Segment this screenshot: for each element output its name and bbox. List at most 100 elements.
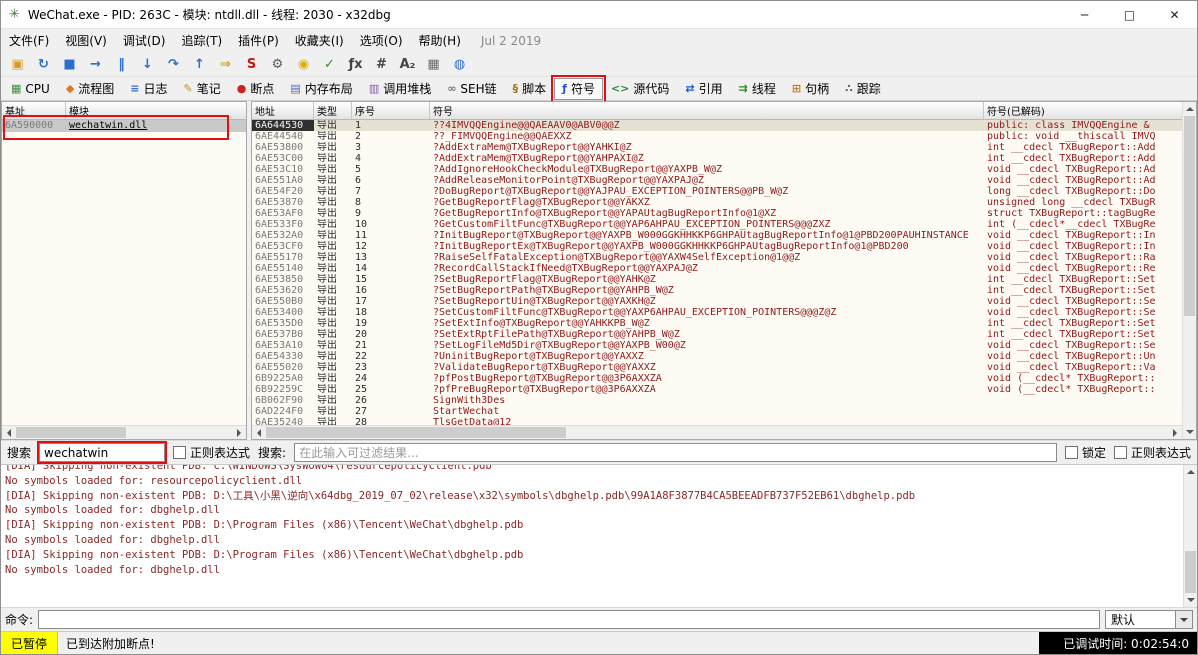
- symbol-row[interactable]: 6AE35240 导出 28 TlsGetData@12: [252, 417, 1182, 425]
- symbol-row[interactable]: 6AE537B0 导出 20 ?SetExtRptFilePath@TXBugR…: [252, 329, 1182, 340]
- symbol-row[interactable]: 6B9225A0 导出 24 ?pfPostBugReport@TXBugRep…: [252, 373, 1182, 384]
- ordinal-header[interactable]: 序号: [352, 102, 430, 119]
- execute-till-return-icon[interactable]: ↑: [187, 53, 212, 75]
- settings-icon[interactable]: ⚙: [265, 53, 290, 75]
- scrollbar-thumb[interactable]: [266, 427, 566, 438]
- symbol-row[interactable]: 6AE54330 导出 22 ?UninitBugReport@TXBugRep…: [252, 351, 1182, 362]
- assemble-icon[interactable]: ƒx: [343, 53, 368, 75]
- symbols-horizontal-scrollbar[interactable]: [252, 425, 1182, 439]
- run-icon[interactable]: →: [83, 53, 108, 75]
- symbol-row[interactable]: 6AE53CF0 导出 12 ?InitBugReportEx@TXBugRep…: [252, 241, 1182, 252]
- view-tab[interactable]: ≡ 日志: [122, 78, 175, 100]
- scroll-left-icon[interactable]: [252, 426, 266, 439]
- view-tab[interactable]: § 脚本: [505, 78, 555, 100]
- view-tab[interactable]: ⇄ 引用: [677, 78, 730, 100]
- log-vertical-scrollbar[interactable]: [1183, 465, 1197, 607]
- scrollbar-thumb[interactable]: [1185, 551, 1196, 593]
- menu-item[interactable]: 收藏夹(I): [287, 29, 352, 52]
- scroll-left-icon[interactable]: [2, 426, 16, 439]
- scroll-right-icon[interactable]: [232, 426, 246, 439]
- patches-icon[interactable]: #: [369, 53, 394, 75]
- symbol-row[interactable]: 6AE535D0 导出 19 ?SetExtInfo@TXBugReport@@…: [252, 318, 1182, 329]
- string-search-icon[interactable]: A₂: [395, 53, 420, 75]
- menu-item[interactable]: 文件(F): [1, 29, 57, 52]
- menu-item[interactable]: 帮助(H): [411, 29, 469, 52]
- module-name-header[interactable]: 模块: [66, 102, 246, 119]
- symbol-row[interactable]: 6AE55170 导出 13 ?RaiseSelfFatalException@…: [252, 252, 1182, 263]
- scrollbar-track[interactable]: [16, 426, 232, 439]
- open-file-icon[interactable]: ▣: [5, 53, 30, 75]
- symbol-row[interactable]: 6AE551A0 导出 6 ?AddReleaseMonitorPoint@TX…: [252, 175, 1182, 186]
- modules-horizontal-scrollbar[interactable]: [2, 425, 246, 439]
- scroll-up-icon[interactable]: [1183, 102, 1196, 116]
- symbol-row[interactable]: 6AE54F20 导出 7 ?DoBugReport@TXBugReport@@…: [252, 186, 1182, 197]
- view-tab[interactable]: ▥ 调用堆栈: [361, 78, 439, 100]
- symbols-vertical-scrollbar[interactable]: [1182, 102, 1196, 439]
- decorated-symbol-header[interactable]: 符号(已解码): [984, 102, 1182, 119]
- profile-combo[interactable]: 默认: [1105, 610, 1193, 629]
- symbol-filter-input[interactable]: [294, 443, 1057, 462]
- step-into-icon[interactable]: ↓: [135, 53, 160, 75]
- symbol-row[interactable]: 6A644530 导出 1 ??4IMVQQEngine@@QAEAAV0@AB…: [252, 120, 1182, 131]
- symbol-row[interactable]: 6AE53C00 导出 4 ?AddExtraMem@TXBugReport@@…: [252, 153, 1182, 164]
- maximize-button[interactable]: □: [1107, 1, 1152, 28]
- highlight-mode-icon[interactable]: ◉: [291, 53, 316, 75]
- symbol-row[interactable]: 6B062F90 导出 26 SignWith3Des: [252, 395, 1182, 406]
- lock-checkbox[interactable]: [1065, 446, 1078, 459]
- symbol-row[interactable]: 6AE532A0 导出 11 ?InitBugReport@TXBugRepor…: [252, 230, 1182, 241]
- symbol-row[interactable]: 6AE533F0 导出 10 ?GetCustomFiltFunc@TXBugR…: [252, 219, 1182, 230]
- address-header[interactable]: 地址: [252, 102, 314, 119]
- scroll-down-icon[interactable]: [1184, 593, 1197, 607]
- topmost-icon[interactable]: ✓: [317, 53, 342, 75]
- run-to-user-code-icon[interactable]: ⇒: [213, 53, 238, 75]
- symbol-header[interactable]: 符号: [430, 102, 984, 119]
- view-tab[interactable]: ∴ 跟踪: [837, 78, 889, 100]
- menu-item[interactable]: 选项(O): [352, 29, 411, 52]
- symbol-row[interactable]: 6AE53870 导出 8 ?GetBugReportFlag@TXBugRep…: [252, 197, 1182, 208]
- symbol-row[interactable]: 6AE53C10 导出 5 ?AddIgnoreHookCheckModule@…: [252, 164, 1182, 175]
- symbol-row[interactable]: 6AE53800 导出 3 ?AddExtraMem@TXBugReport@@…: [252, 142, 1182, 153]
- pause-icon[interactable]: ‖: [109, 53, 134, 75]
- view-tab[interactable]: ▤ 内存布局: [282, 78, 360, 100]
- menu-item[interactable]: 视图(V): [57, 29, 115, 52]
- view-tab[interactable]: ✎ 笔记: [176, 78, 229, 100]
- view-tab[interactable]: ƒ 符号: [554, 78, 603, 100]
- menu-item[interactable]: 插件(P): [230, 29, 287, 52]
- view-tab[interactable]: <> 源代码: [603, 78, 677, 100]
- type-header[interactable]: 类型: [314, 102, 352, 119]
- scrollbar-thumb[interactable]: [16, 427, 126, 438]
- module-row[interactable]: 6A590000 wechatwin.dll: [2, 120, 246, 132]
- symbol-row[interactable]: 6AD224F0 导出 27 StartWechat: [252, 406, 1182, 417]
- stop-icon[interactable]: ■: [57, 53, 82, 75]
- scroll-up-icon[interactable]: [1184, 465, 1197, 479]
- view-tab[interactable]: ◆ 流程图: [58, 78, 122, 100]
- close-button[interactable]: ✕: [1152, 1, 1197, 28]
- calculator-icon[interactable]: ▦: [421, 53, 446, 75]
- module-search-input[interactable]: [39, 443, 165, 462]
- symbol-row[interactable]: 6AE53400 导出 18 ?SetCustomFiltFunc@TXBugR…: [252, 307, 1182, 318]
- scroll-down-icon[interactable]: [1183, 425, 1196, 439]
- command-input[interactable]: [38, 610, 1100, 629]
- symbol-row[interactable]: 6AE53AF0 导出 9 ?GetBugReportInfo@TXBugRep…: [252, 208, 1182, 219]
- scrollbar-track[interactable]: [1183, 116, 1196, 425]
- scrollbar-thumb[interactable]: [1184, 116, 1195, 316]
- symbol-row[interactable]: 6AE550B0 导出 17 ?SetBugReportUin@TXBugRep…: [252, 296, 1182, 307]
- symbol-regex-checkbox[interactable]: [1114, 446, 1127, 459]
- minimize-button[interactable]: ─: [1062, 1, 1107, 28]
- step-over-icon[interactable]: ↷: [161, 53, 186, 75]
- symbol-row[interactable]: 6AE53850 导出 15 ?SetBugReportFlag@TXBugRe…: [252, 274, 1182, 285]
- symbol-row[interactable]: 6AE44540 导出 2 ??_FIMVQQEngine@@QAEXXZ pu…: [252, 131, 1182, 142]
- symbol-row[interactable]: 6AE53620 导出 16 ?SetBugReportPath@TXBugRe…: [252, 285, 1182, 296]
- symbol-row[interactable]: 6B92259C 导出 25 ?pfPreBugReport@TXBugRepo…: [252, 384, 1182, 395]
- module-regex-checkbox[interactable]: [173, 446, 186, 459]
- symbols-download-icon[interactable]: ◍: [447, 53, 472, 75]
- scrollbar-track[interactable]: [266, 426, 1168, 439]
- scylla-icon[interactable]: S: [239, 53, 264, 75]
- view-tab[interactable]: ● 断点: [229, 78, 283, 100]
- scrollbar-track[interactable]: [1184, 479, 1197, 593]
- symbol-row[interactable]: 6AE55020 导出 23 ?ValidateBugReport@TXBugR…: [252, 362, 1182, 373]
- module-base-header[interactable]: 基址: [2, 102, 66, 119]
- symbol-row[interactable]: 6AE55140 导出 14 ?RecordCallStackIfNeed@TX…: [252, 263, 1182, 274]
- view-tab[interactable]: ▦ CPU: [3, 78, 58, 100]
- symbol-row[interactable]: 6AE53A10 导出 21 ?SetLogFileMd5Dir@TXBugRe…: [252, 340, 1182, 351]
